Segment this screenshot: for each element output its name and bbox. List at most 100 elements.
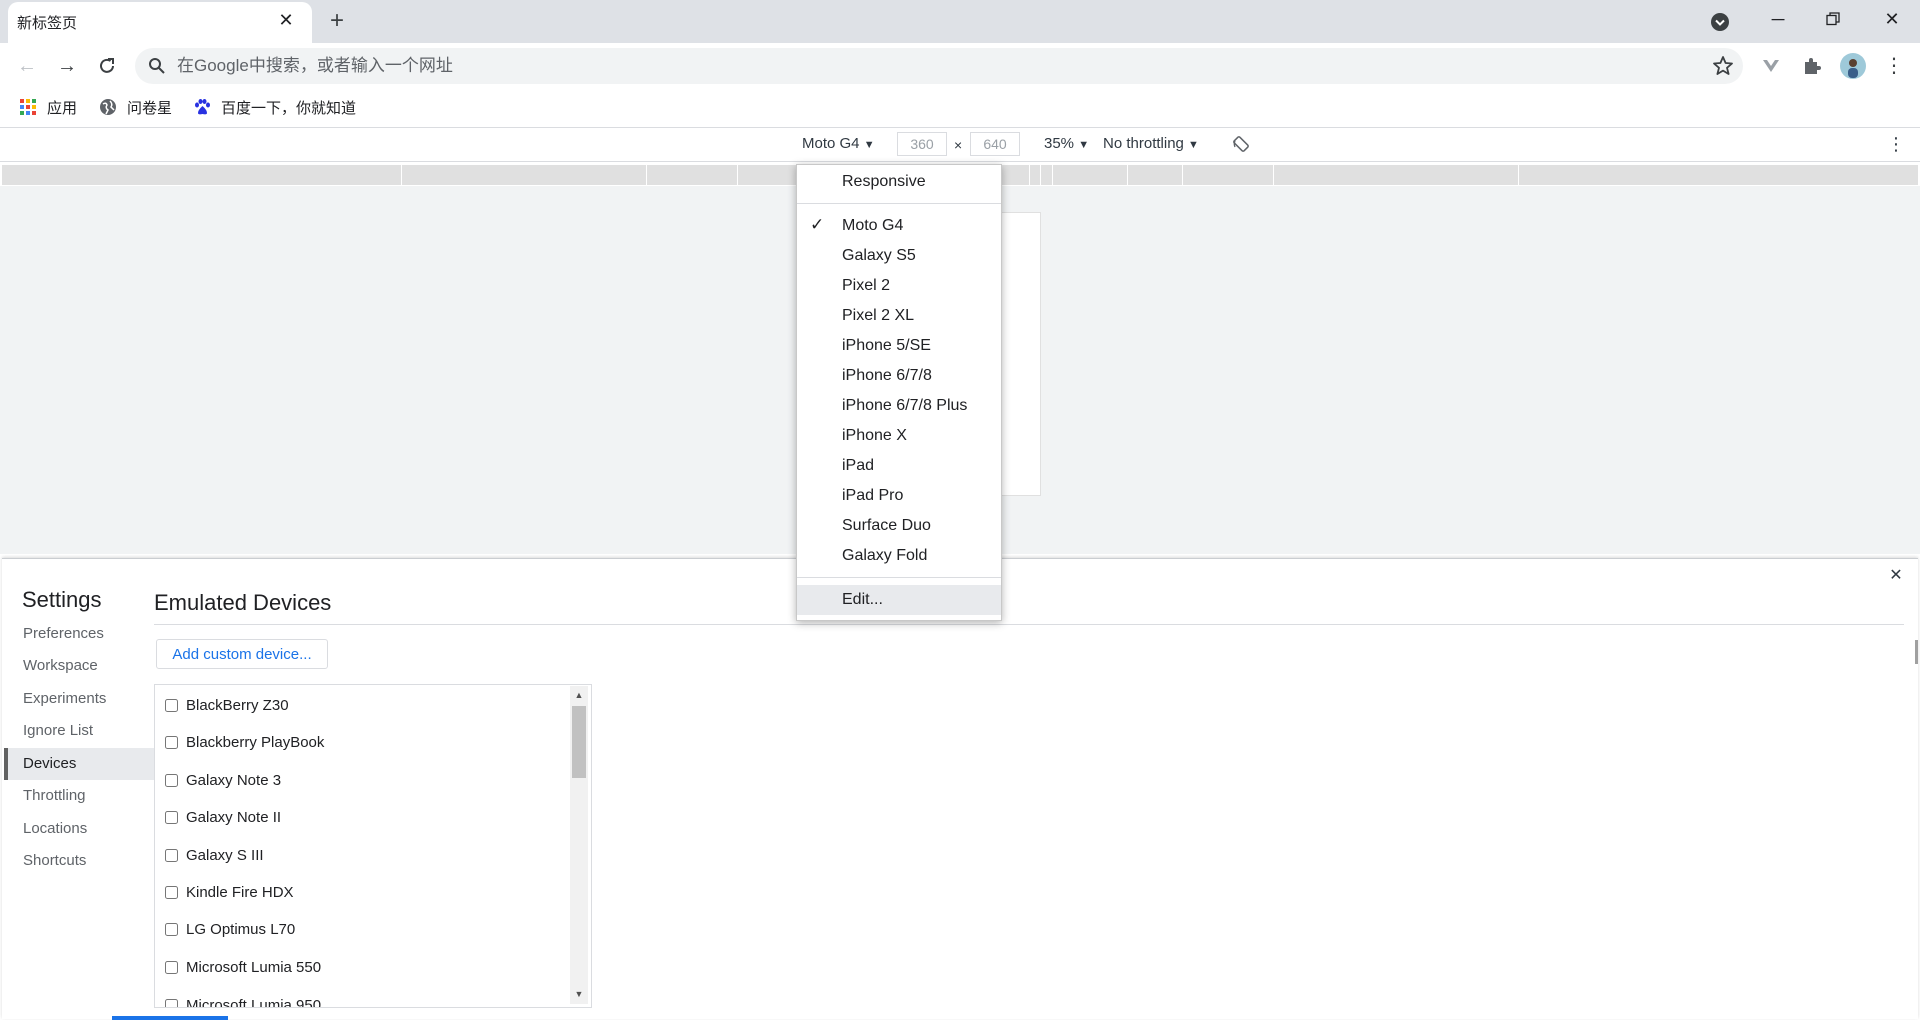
device-select[interactable]: Moto G4 ▼ [802, 135, 875, 152]
device-checkbox[interactable] [165, 698, 178, 712]
device-checkbox[interactable] [165, 773, 178, 787]
bookmark-baidu[interactable]: 百度一下，你就知道 [193, 94, 356, 120]
device-checkbox[interactable] [165, 960, 178, 974]
globe-icon [99, 98, 117, 116]
media-query-divider [1029, 165, 1030, 185]
menu-item-device[interactable]: Pixel 2 [842, 277, 890, 295]
divider [154, 624, 1904, 625]
media-query-divider [1273, 165, 1274, 185]
add-custom-device-button[interactable]: Add custom device... [156, 639, 328, 669]
extensions-puzzle-icon[interactable] [1798, 52, 1826, 80]
width-input[interactable] [897, 132, 947, 156]
settings-nav-experiments[interactable]: Experiments [4, 683, 154, 715]
rotate-icon[interactable] [1232, 135, 1250, 153]
menu-item-device[interactable]: Galaxy Fold [842, 547, 927, 565]
device-checkbox[interactable] [165, 922, 178, 936]
device-list-item[interactable]: Microsoft Lumia 550 [165, 957, 321, 977]
close-window-icon[interactable]: ✕ [1864, 4, 1920, 34]
forward-icon[interactable]: → [51, 50, 83, 82]
media-query-divider [1052, 165, 1053, 185]
settings-nav-throttling[interactable]: Throttling [4, 780, 154, 812]
device-checkbox[interactable] [165, 998, 178, 1007]
device-toolbar-menu-icon[interactable]: ⋮ [1886, 133, 1906, 155]
media-query-divider [737, 165, 738, 185]
device-list-item[interactable]: Microsoft Lumia 950 [165, 995, 322, 1008]
device-checkbox[interactable] [165, 810, 178, 824]
settings-nav-devices[interactable]: Devices [4, 748, 154, 780]
settings-title: Settings [22, 587, 102, 612]
search-icon [148, 57, 166, 75]
device-label: Microsoft Lumia 550 [186, 958, 322, 976]
settings-nav-shortcuts[interactable]: Shortcuts [4, 845, 154, 877]
section-title: Emulated Devices [154, 590, 332, 615]
menu-item-edit-highlight[interactable] [797, 585, 1001, 615]
dropdown-arrow-icon: ▼ [1078, 139, 1090, 151]
menu-item-device[interactable]: Galaxy S5 [842, 247, 916, 265]
menu-item-device[interactable]: Pixel 2 XL [842, 307, 914, 325]
device-list-item[interactable]: Galaxy S III [165, 845, 264, 865]
device-label: Blackberry PlayBook [186, 733, 325, 751]
panel-scrollbar[interactable] [1915, 640, 1918, 664]
bookmark-label: 百度一下，你就知道 [221, 99, 357, 117]
scroll-down-icon[interactable]: ▼ [572, 987, 586, 1001]
dimension-separator: × [954, 137, 963, 153]
minimize-icon[interactable]: ─ [1750, 4, 1806, 34]
tab-close-icon[interactable]: ✕ [274, 8, 298, 32]
emulated-device-list[interactable]: BlackBerry Z30 Blackberry PlayBook Galax… [154, 684, 592, 1008]
media-query-divider [646, 165, 647, 185]
device-label: Kindle Fire HDX [186, 883, 294, 901]
device-list-item[interactable]: Blackberry PlayBook [165, 732, 324, 752]
menu-separator [797, 203, 1001, 204]
settings-nav-workspace[interactable]: Workspace [4, 650, 154, 682]
device-checkbox[interactable] [165, 848, 178, 862]
zoom-select[interactable]: 35% ▼ [1044, 135, 1089, 152]
menu-item-device[interactable]: iPad [842, 457, 874, 475]
menu-item-device[interactable]: iPhone 6/7/8 Plus [842, 397, 967, 415]
tab-title: 新标签页 [17, 15, 78, 32]
extension-v-icon[interactable] [1757, 52, 1785, 80]
bookmark-wenjuanxing[interactable]: 问卷星 [99, 94, 172, 120]
height-input[interactable] [970, 132, 1020, 156]
omnibox-input[interactable] [177, 52, 1677, 80]
device-checkbox[interactable] [165, 735, 178, 749]
device-list-item[interactable]: Kindle Fire HDX [165, 882, 294, 902]
settings-nav-preferences[interactable]: Preferences [4, 618, 154, 650]
bookmark-apps[interactable]: 应用 [19, 94, 77, 120]
new-tab-icon[interactable]: + [323, 8, 351, 36]
media-query-divider [1040, 165, 1041, 185]
menu-item-device[interactable]: Surface Duo [842, 517, 931, 535]
device-list-item[interactable]: Galaxy Note 3 [165, 770, 281, 790]
device-label: BlackBerry Z30 [186, 696, 289, 714]
settings-nav-ignore-list[interactable]: Ignore List [4, 715, 154, 747]
menu-separator [797, 577, 1001, 578]
bookmark-star-icon[interactable] [1711, 54, 1735, 78]
back-icon[interactable]: ← [11, 50, 43, 82]
scrollbar-thumb[interactable] [572, 706, 586, 778]
menu-item-edit[interactable]: Edit... [842, 591, 883, 609]
device-list-item[interactable]: LG Optimus L70 [165, 919, 295, 939]
device-label: Galaxy Note II [186, 808, 282, 826]
scroll-up-icon[interactable]: ▲ [572, 688, 586, 702]
browser-menu-icon[interactable]: ⋮ [1880, 52, 1908, 80]
restore-icon[interactable] [1805, 4, 1861, 34]
device-list-item[interactable]: BlackBerry Z30 [165, 695, 289, 715]
close-settings-icon[interactable]: ✕ [1886, 566, 1906, 586]
bookmark-label: 应用 [47, 99, 78, 117]
media-query-divider [1127, 165, 1128, 185]
reload-icon[interactable] [91, 50, 123, 82]
device-checkbox[interactable] [165, 885, 178, 899]
device-label: LG Optimus L70 [186, 920, 296, 938]
menu-item-device[interactable]: iPhone X [842, 427, 907, 445]
menu-item-device[interactable]: iPhone 6/7/8 [842, 367, 932, 385]
device-list-item[interactable]: Galaxy Note II [165, 807, 281, 827]
bookmark-label: 问卷星 [127, 99, 173, 117]
menu-item-device[interactable]: iPad Pro [842, 487, 903, 505]
throttling-select[interactable]: No throttling ▼ [1103, 135, 1199, 152]
tab-search-icon[interactable] [1708, 10, 1732, 34]
menu-item-responsive[interactable]: Responsive [842, 173, 926, 191]
profile-avatar[interactable] [1839, 52, 1867, 80]
settings-nav-locations[interactable]: Locations [4, 813, 154, 845]
menu-item-device[interactable]: Moto G4 [842, 217, 903, 235]
device-label: Microsoft Lumia 950 [186, 996, 322, 1008]
menu-item-device[interactable]: iPhone 5/SE [842, 337, 931, 355]
